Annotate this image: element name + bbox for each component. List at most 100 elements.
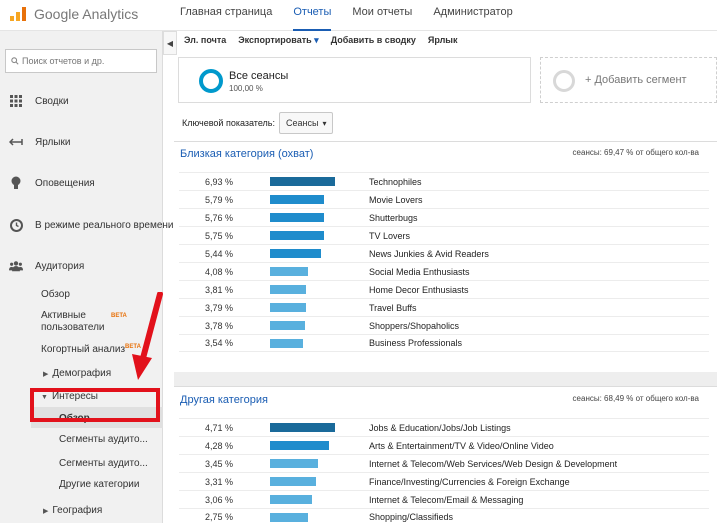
row-category[interactable]: Internet & Telecom/Web Services/Web Desi… (369, 459, 617, 469)
row-category[interactable]: Social Media Enthusiasts (369, 267, 470, 277)
active-users-label: Активные пользователи (41, 310, 105, 333)
category-row[interactable]: 4,71 % Jobs & Education/Jobs/Job Listings (179, 418, 709, 436)
top-bar: Google Analytics Главная страница Отчеты… (0, 0, 717, 31)
sidebar-sub-other-categories[interactable]: Другие категории (59, 479, 139, 490)
geo-label: География (52, 505, 103, 516)
nav-admin[interactable]: Администратор (433, 0, 512, 31)
row-percent: 5,79 % (204, 194, 233, 205)
row-bar (270, 249, 321, 258)
row-percent: 3,54 % (204, 338, 233, 348)
category-row[interactable]: 3,81 % Home Decor Enthusiasts (179, 280, 709, 298)
row-percent: 5,76 % (204, 212, 233, 223)
row-category[interactable]: Shopping/Classifieds (369, 512, 453, 522)
key-metric-row: Ключевой показатель: Сеансы (182, 111, 334, 135)
search-box[interactable] (5, 49, 157, 73)
category-row[interactable]: 3,78 % Shoppers/Shopaholics (179, 316, 709, 334)
row-percent: 3,79 % (204, 302, 233, 313)
category-rows: 4,71 % Jobs & Education/Jobs/Job Listings… (179, 418, 709, 523)
sidebar-item-realtime[interactable]: В режиме реального времени (0, 213, 174, 237)
row-category[interactable]: Shutterbugs (369, 213, 418, 223)
sidebar-item-label: Ярлыки (35, 136, 71, 148)
sidebar-sub-affinity-segments[interactable]: Сегменты аудито... (59, 434, 148, 445)
expand-triangle-icon: ▶ (43, 508, 49, 515)
category-row[interactable]: 3,54 % Business Professionals (179, 334, 709, 352)
clock-icon (9, 218, 23, 232)
category-row[interactable]: 5,76 % Shutterbugs (179, 208, 709, 226)
panel-note: сеансы: 68,49 % от общего кол-ва (572, 394, 699, 403)
row-category[interactable]: TV Lovers (369, 231, 410, 241)
row-category[interactable]: Travel Buffs (369, 303, 417, 313)
expand-triangle-icon: ▶ (43, 371, 49, 378)
row-category[interactable]: Finance/Investing/Currencies & Foreign E… (369, 477, 570, 487)
row-percent: 2,75 % (204, 512, 233, 522)
key-metric-select[interactable]: Сеансы (278, 112, 334, 134)
segment-all-sessions[interactable]: Все сеансы 100,00 % (178, 57, 531, 103)
analytics-logo-icon (10, 7, 28, 21)
row-category[interactable]: Arts & Entertainment/TV & Video/Online V… (369, 441, 554, 451)
category-row[interactable]: 4,28 % Arts & Entertainment/TV & Video/On… (179, 436, 709, 454)
category-row[interactable]: 5,44 % News Junkies & Avid Readers (179, 244, 709, 262)
export-dropdown[interactable]: Экспортировать (238, 35, 318, 46)
people-icon (9, 259, 23, 273)
add-segment-button[interactable]: + Добавить сегмент (540, 57, 717, 103)
row-bar (270, 513, 308, 522)
other-category-panel: Другая категория сеансы: 68,49 % от обще… (174, 386, 717, 523)
category-row[interactable]: 2,75 % Shopping/Classifieds (179, 508, 709, 523)
panel-title[interactable]: Другая категория (180, 394, 268, 406)
category-row[interactable]: 4,08 % Social Media Enthusiasts (179, 262, 709, 280)
search-input[interactable] (22, 56, 150, 66)
sidebar-item-shortcuts[interactable]: Ярлыки (0, 130, 163, 154)
add-to-dashboard-button[interactable]: Добавить в сводку (331, 35, 416, 45)
row-bar (270, 303, 306, 312)
category-row[interactable]: 3,06 % Internet & Telecom/Email & Messagi… (179, 490, 709, 508)
row-category[interactable]: Internet & Telecom/Email & Messaging (369, 495, 523, 505)
row-percent: 6,93 % (204, 176, 233, 187)
segment-title: Все сеансы (229, 70, 289, 82)
row-percent: 5,75 % (204, 230, 233, 241)
sidebar-item-dashboards[interactable]: Сводки (0, 89, 163, 113)
sidebar-sub-inmarket-segments[interactable]: Сегменты аудито... (59, 458, 148, 469)
row-percent: 3,31 % (204, 476, 233, 487)
row-percent: 4,28 % (204, 440, 233, 451)
category-row[interactable]: 3,31 % Finance/Investing/Currencies & For… (179, 472, 709, 490)
category-row[interactable]: 5,79 % Movie Lovers (179, 190, 709, 208)
row-category[interactable]: News Junkies & Avid Readers (369, 249, 489, 259)
sidebar-sub-demographics[interactable]: ▶ Демография (43, 368, 111, 379)
sidebar-sub-overview[interactable]: Обзор (41, 289, 70, 300)
category-row[interactable]: 5,75 % TV Lovers (179, 226, 709, 244)
row-bar (270, 495, 312, 504)
sidebar-sub-active-users[interactable]: Активные пользователи BETA (41, 310, 127, 334)
row-category[interactable]: Jobs & Education/Jobs/Job Listings (369, 423, 511, 433)
row-bar (270, 423, 335, 432)
empty-segment-ring-icon (553, 70, 575, 92)
email-button[interactable]: Эл. почта (184, 35, 226, 45)
panel-title[interactable]: Близкая категория (охват) (180, 148, 313, 160)
nav-my-reports[interactable]: Мои отчеты (352, 0, 412, 31)
collapse-sidebar-button[interactable]: ◀ (163, 31, 177, 55)
row-bar (270, 285, 306, 294)
row-category[interactable]: Business Professionals (369, 338, 462, 348)
nav-home[interactable]: Главная страница (180, 0, 272, 31)
sidebar-item-alerts[interactable]: Оповещения (0, 171, 163, 195)
sidebar-item-label: Сводки (35, 95, 69, 107)
row-percent: 4,71 % (204, 422, 233, 433)
row-category[interactable]: Movie Lovers (369, 195, 423, 205)
sidebar-sub-cohort[interactable]: Когортный анализBETA (41, 344, 141, 355)
shortcut-button[interactable]: Ярлык (428, 35, 458, 45)
row-category[interactable]: Shoppers/Shopaholics (369, 321, 459, 331)
logo-text: Google Analytics (34, 6, 139, 22)
sidebar-item-audience[interactable]: Аудитория (0, 254, 163, 278)
affinity-category-panel: Близкая категория (охват) сеансы: 69,47 … (174, 141, 717, 372)
category-row[interactable]: 3,79 % Travel Buffs (179, 298, 709, 316)
row-category[interactable]: Home Decor Enthusiasts (369, 285, 469, 295)
row-bar (270, 267, 308, 276)
row-percent: 3,06 % (204, 494, 233, 505)
shortcut-arrow-icon (9, 135, 23, 149)
category-row[interactable]: 6,93 % Technophiles (179, 172, 709, 190)
nav-reports[interactable]: Отчеты (293, 0, 332, 31)
category-row[interactable]: 3,45 % Internet & Telecom/Web Services/We… (179, 454, 709, 472)
google-analytics-logo[interactable]: Google Analytics (10, 4, 138, 24)
sidebar-sub-geo[interactable]: ▶ География (43, 505, 102, 516)
row-category[interactable]: Technophiles (369, 177, 422, 187)
row-bar (270, 477, 316, 486)
